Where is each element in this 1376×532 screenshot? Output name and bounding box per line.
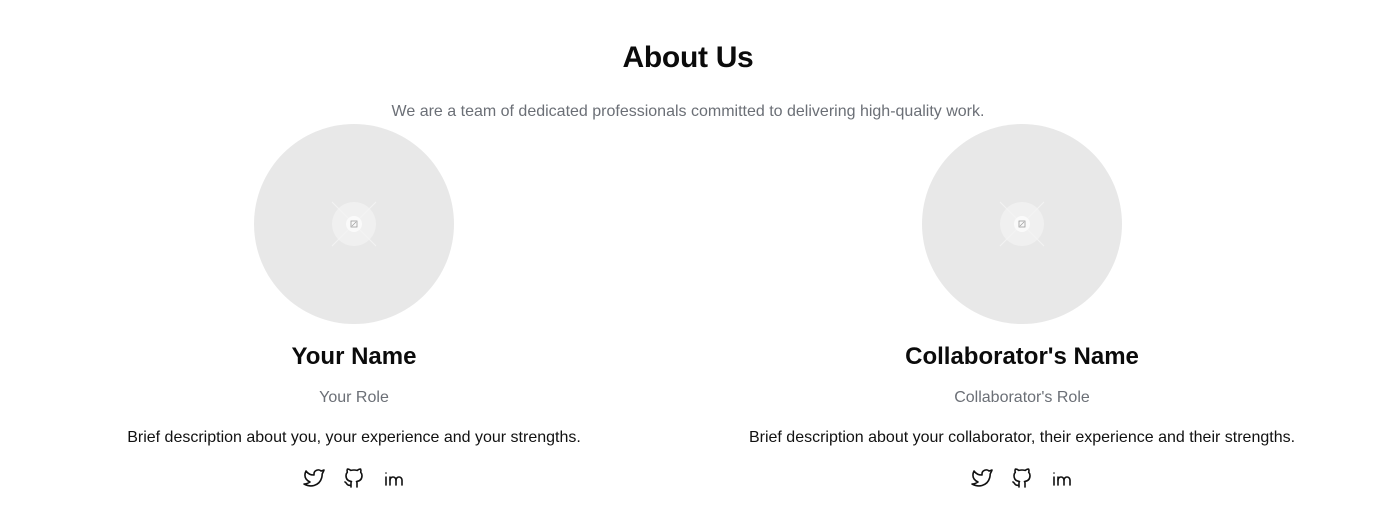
page-title: About Us xyxy=(622,41,754,74)
github-link[interactable] xyxy=(1010,466,1034,490)
twitter-link[interactable] xyxy=(302,466,326,490)
member-role: Collaborator's Role xyxy=(954,389,1090,406)
image-placeholder-icon xyxy=(331,201,377,247)
social-links xyxy=(34,466,674,490)
member-role: Your Role xyxy=(319,389,389,406)
github-icon xyxy=(344,468,363,488)
image-placeholder-icon xyxy=(999,201,1045,247)
github-link[interactable] xyxy=(342,466,366,490)
linkedin-icon xyxy=(1053,472,1071,486)
linkedin-link[interactable] xyxy=(1050,466,1074,490)
member-name: Collaborator's Name xyxy=(905,343,1139,370)
twitter-link[interactable] xyxy=(970,466,994,490)
github-icon xyxy=(1012,468,1031,488)
avatar xyxy=(922,124,1122,324)
page-subtitle: We are a team of dedicated professionals… xyxy=(391,103,985,120)
linkedin-link[interactable] xyxy=(382,466,406,490)
team-member-card: Collaborator's Name Collaborator's Role … xyxy=(702,124,1342,490)
about-us-section: About Us We are a team of dedicated prof… xyxy=(0,0,1376,532)
social-links xyxy=(702,466,1342,490)
avatar xyxy=(254,124,454,324)
team-member-card: Your Name Your Role Brief description ab… xyxy=(34,124,674,490)
member-description: Brief description about you, your experi… xyxy=(127,429,581,446)
member-description: Brief description about your collaborato… xyxy=(748,429,1296,446)
member-name: Your Name xyxy=(291,343,417,370)
linkedin-icon xyxy=(385,472,403,486)
twitter-icon xyxy=(303,469,325,487)
twitter-icon xyxy=(971,469,993,487)
